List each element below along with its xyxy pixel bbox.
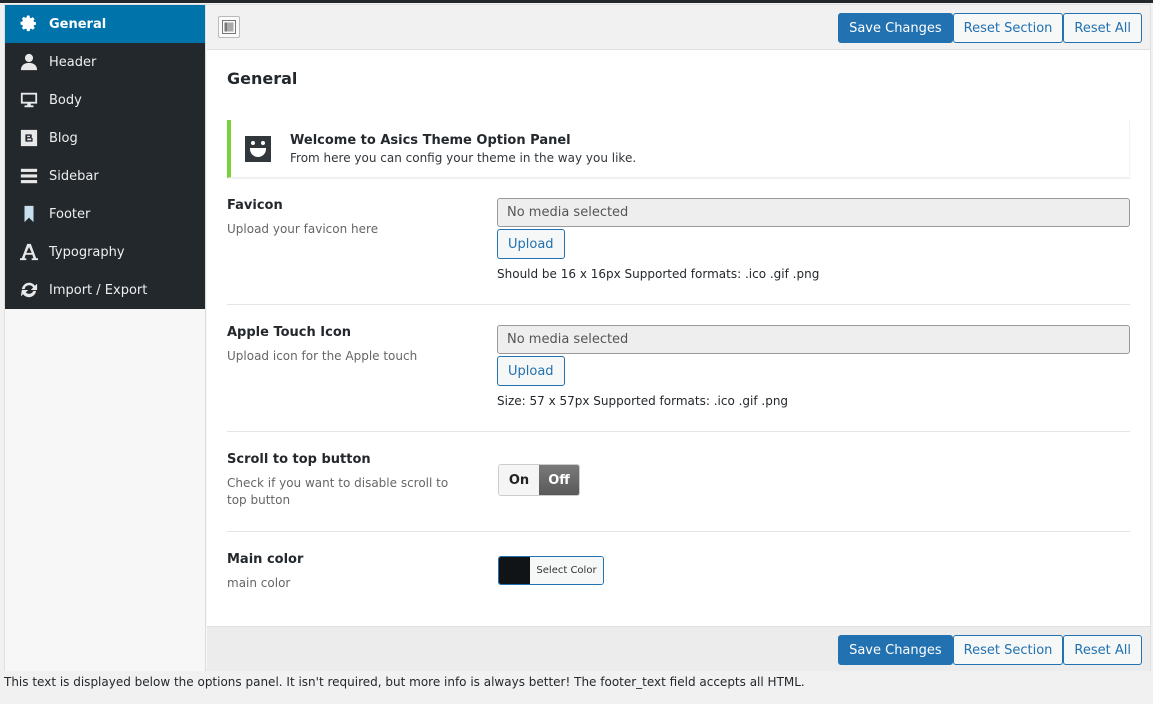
blogger-icon [19, 128, 39, 148]
sidebar-item-typography[interactable]: Typography [5, 233, 205, 271]
main-color-title: Main color [227, 552, 304, 567]
sidebar-item-label: Blog [49, 130, 78, 146]
sidebar-item-label: Body [49, 92, 82, 108]
sidebar-item-label: General [49, 16, 107, 32]
sidebar-item-label: Header [49, 54, 97, 70]
favicon-upload-button[interactable]: Upload [497, 229, 565, 259]
sidebar-item-footer[interactable]: Footer [5, 195, 205, 233]
apple-touch-icon-hint: Size: 57 x 57px Supported formats: .ico … [497, 394, 789, 408]
section-title: General [227, 69, 298, 88]
scroll-to-top-title: Scroll to top button [227, 452, 371, 467]
scroll-to-top-switch[interactable]: On Off [498, 464, 580, 496]
switch-off-option[interactable]: Off [539, 465, 579, 495]
select-color-button[interactable]: Select Color [498, 556, 604, 585]
apple-touch-icon-upload-button[interactable]: Upload [497, 356, 565, 386]
save-changes-button[interactable]: Save Changes [838, 13, 953, 43]
reset-all-button[interactable]: Reset All [1063, 13, 1142, 43]
color-swatch [499, 557, 530, 584]
favicon-title: Favicon [227, 198, 283, 213]
sidebar-item-label: Footer [49, 206, 91, 222]
sidebar-item-label: Typography [49, 244, 125, 260]
apple-touch-icon-row: Apple Touch Icon Upload icon for the App… [227, 305, 1130, 432]
user-icon [19, 52, 39, 72]
expand-panel-button[interactable] [218, 16, 240, 38]
refresh-icon [19, 280, 39, 300]
apple-touch-icon-desc: Upload icon for the Apple touch [227, 349, 418, 363]
smiley-icon [245, 135, 271, 162]
notice-text: From here you can config your theme in t… [290, 150, 637, 165]
gear-icon [19, 14, 39, 34]
top-button-group: Save Changes Reset Section Reset All [838, 13, 1142, 43]
sidebar: General Header Body Blog Sidebar Footer … [5, 5, 206, 671]
main-color-desc: main color [227, 576, 291, 590]
switch-on-option[interactable]: On [499, 465, 539, 495]
footer-text: This text is displayed below the options… [4, 675, 805, 689]
reset-section-button[interactable]: Reset Section [952, 13, 1064, 43]
bottom-button-group: Save Changes Reset Section Reset All [838, 635, 1142, 665]
favicon-row: Favicon Upload your favicon here Upload … [227, 178, 1130, 305]
section-content: General Welcome to Asics Theme Option Pa… [207, 69, 1150, 622]
apple-touch-icon-media-input[interactable] [497, 325, 1130, 354]
sidebar-item-import-export[interactable]: Import / Export [5, 271, 205, 309]
expand-panel-icon [222, 20, 236, 34]
apple-touch-icon-title: Apple Touch Icon [227, 325, 352, 340]
top-bar [0, 0, 1153, 3]
sidebar-menu: General Header Body Blog Sidebar Footer … [5, 5, 205, 309]
reset-all-button-bottom[interactable]: Reset All [1063, 635, 1142, 665]
sidebar-item-general[interactable]: General [5, 5, 205, 43]
monitor-icon [19, 90, 39, 110]
scroll-to-top-desc: Check if you want to disable scroll to t… [227, 476, 449, 507]
main-footer: Save Changes Reset Section Reset All [207, 626, 1150, 671]
reset-section-button-bottom[interactable]: Reset Section [952, 635, 1064, 665]
sidebar-item-blog[interactable]: Blog [5, 119, 205, 157]
save-changes-button-bottom[interactable]: Save Changes [838, 635, 953, 665]
main-header: Save Changes Reset Section Reset All [207, 5, 1150, 50]
sidebar-item-sidebar[interactable]: Sidebar [5, 157, 205, 195]
sidebar-item-body[interactable]: Body [5, 81, 205, 119]
bookmark-icon [19, 204, 39, 224]
font-icon [19, 242, 39, 262]
main-content: Save Changes Reset Section Reset All Gen… [207, 5, 1150, 671]
scroll-to-top-row: Scroll to top button Check if you want t… [227, 432, 1130, 532]
select-color-label: Select Color [530, 557, 603, 584]
menu-bars-icon [19, 166, 39, 186]
main-color-row: Main color main color Select Color [227, 532, 1130, 622]
favicon-desc: Upload your favicon here [227, 222, 379, 236]
notice-title: Welcome to Asics Theme Option Panel [290, 132, 571, 148]
favicon-hint: Should be 16 x 16px Supported formats: .… [497, 267, 820, 281]
sidebar-item-header[interactable]: Header [5, 43, 205, 81]
sidebar-item-label: Import / Export [49, 282, 148, 298]
welcome-notice: Welcome to Asics Theme Option Panel From… [227, 120, 1130, 178]
favicon-media-input[interactable] [497, 198, 1130, 227]
sidebar-item-label: Sidebar [49, 168, 99, 184]
